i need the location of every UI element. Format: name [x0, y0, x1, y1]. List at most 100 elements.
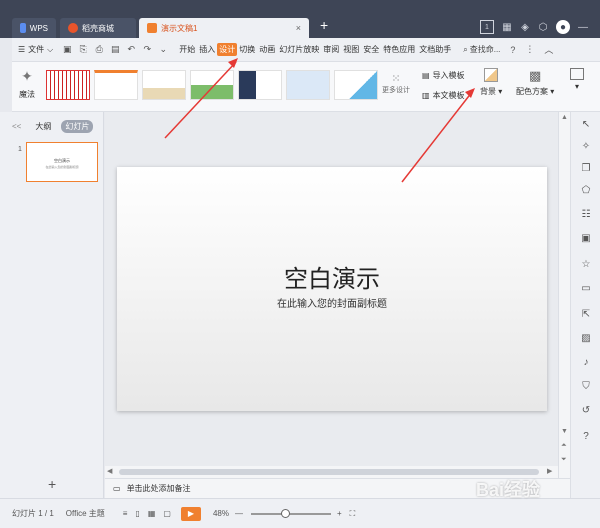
more-icon[interactable]: ⋮: [525, 44, 534, 55]
template-thumbnail[interactable]: [94, 70, 138, 100]
right-sidebar: ↖ ✧ ❐ ⬠ ☷ ▣ ☆ ▭ ⇱ ▨ ♪ ⛉ ↺ ?: [570, 112, 600, 498]
menu-transition[interactable]: 切换: [237, 44, 257, 55]
play-button[interactable]: ▶: [180, 506, 201, 521]
template-thumbnail[interactable]: [46, 70, 90, 100]
skin-icon[interactable]: ◈: [518, 20, 532, 34]
close-icon[interactable]: ×: [296, 23, 301, 33]
scroll-right-icon[interactable]: ▶: [547, 467, 552, 475]
share-icon[interactable]: ⇱: [578, 306, 594, 322]
copy-icon[interactable]: ❐: [578, 160, 594, 176]
undo-icon[interactable]: ↶: [125, 44, 137, 56]
zoom-slider[interactable]: [251, 508, 331, 518]
slide-title[interactable]: 空白演示: [117, 259, 547, 294]
slide-size-button[interactable]: ▾: [570, 68, 584, 91]
import-template-button[interactable]: ▤ 导入模板: [422, 70, 465, 81]
normal-view-icon[interactable]: ▯: [135, 509, 139, 518]
file-menu-button[interactable]: ☰ 文件 ⌵: [12, 44, 59, 55]
menu-slideshow[interactable]: 幻灯片放映: [277, 44, 321, 55]
tab-outline[interactable]: 大纲: [35, 121, 51, 132]
background-button[interactable]: 背景 ▾: [480, 68, 502, 97]
more-design-button[interactable]: ⁙ 更多设计: [378, 72, 414, 95]
help-icon[interactable]: ?: [578, 428, 594, 444]
menu-animation[interactable]: 动画: [257, 44, 277, 55]
zoom-slider-knob[interactable]: [281, 508, 290, 518]
scroll-left-icon[interactable]: ◀: [107, 467, 112, 475]
save-icon[interactable]: ▣: [61, 44, 73, 56]
page-count-icon[interactable]: 1: [480, 20, 494, 34]
slide-thumbnail[interactable]: 空白演示 在此输入您的封面副标题: [26, 142, 98, 182]
add-slide-button[interactable]: +: [48, 476, 56, 492]
image-icon[interactable]: ▨: [578, 330, 594, 346]
tab-wps[interactable]: WPS: [12, 18, 56, 38]
avatar[interactable]: ●: [556, 20, 570, 34]
tab-slides[interactable]: 幻灯片: [61, 119, 94, 133]
menu-insert[interactable]: 插入: [197, 44, 217, 55]
slide[interactable]: 空白演示 在此输入您的封面副标题: [117, 167, 547, 411]
collapse-panel-icon[interactable]: <<: [12, 122, 21, 131]
notes-toggle-icon[interactable]: ≡: [123, 509, 128, 518]
new-tab-button[interactable]: +: [320, 17, 328, 33]
slide-panel: << 大纲 幻灯片 1 空白演示 在此输入您的封面副标题 +: [0, 112, 104, 498]
tab-docer-store[interactable]: 稻壳商城: [60, 18, 136, 38]
menu-doc-assistant[interactable]: 文档助手: [417, 44, 453, 55]
tab-presentation[interactable]: 演示文稿1 ×: [139, 18, 309, 38]
magic-button[interactable]: ✦ 魔法: [16, 68, 38, 100]
color-scheme-button[interactable]: ▩ 配色方案 ▾: [516, 68, 554, 97]
magic-icon[interactable]: ✧: [578, 138, 594, 154]
magic-label: 魔法: [19, 90, 35, 99]
theme-name[interactable]: Office 主题: [66, 508, 105, 519]
vertical-scrollbar[interactable]: ▲ ▼ ⏶ ⏷: [558, 112, 570, 478]
zoom-in-button[interactable]: +: [337, 509, 342, 518]
shape-icon[interactable]: ⬠: [578, 182, 594, 198]
help-icon[interactable]: ?: [510, 45, 515, 55]
zoom-level[interactable]: 48%: [213, 509, 229, 518]
this-template-button[interactable]: ▥ 本文模板: [422, 90, 465, 101]
user-icon[interactable]: ⬡: [536, 20, 550, 34]
slide-sorter-icon[interactable]: ▦: [148, 509, 156, 518]
reading-view-icon[interactable]: ▢: [163, 509, 171, 518]
print-icon[interactable]: ⎙: [93, 44, 105, 56]
status-bar: 幻灯片 1 / 1 Office 主题 ≡ ▯ ▦ ▢ ▶ 48% — + ⛶: [0, 498, 600, 528]
slide-subtitle[interactable]: 在此输入您的封面副标题: [117, 295, 547, 310]
minimize-icon[interactable]: —: [576, 20, 590, 34]
settings-sliders-icon[interactable]: ☷: [578, 206, 594, 222]
magic-wand-icon: ✦: [21, 68, 33, 84]
scroll-down-icon[interactable]: ▼: [561, 428, 568, 435]
flame-icon: [68, 23, 78, 33]
menu-security[interactable]: 安全: [361, 44, 381, 55]
redo-icon[interactable]: ↷: [141, 44, 153, 56]
background-icon: [484, 68, 499, 82]
security-icon[interactable]: ⛉: [578, 378, 594, 394]
scroll-up-icon[interactable]: ▲: [561, 114, 568, 121]
menu-design[interactable]: 设计: [217, 43, 238, 56]
customize-icon[interactable]: ⌄: [157, 44, 169, 56]
archive-icon[interactable]: ▭: [578, 280, 594, 296]
export-pdf-icon[interactable]: ⎘: [77, 44, 89, 56]
fit-window-icon[interactable]: ⛶: [350, 509, 356, 519]
template-thumbnail[interactable]: [334, 70, 378, 100]
next-slide-icon[interactable]: ⏷: [561, 456, 567, 464]
menu-review[interactable]: 审阅: [321, 44, 341, 55]
grid-icon[interactable]: ▦: [500, 20, 514, 34]
history-icon[interactable]: ↺: [578, 402, 594, 418]
template-thumbnail[interactable]: [190, 70, 234, 100]
menu-home[interactable]: 开始: [177, 44, 197, 55]
command-search[interactable]: ⌕ 查找命...: [463, 44, 500, 55]
template-icon: ▥: [422, 91, 430, 100]
this-template-label: 本文模板: [432, 91, 465, 100]
image-library-icon[interactable]: ▣: [578, 230, 594, 246]
collapse-ribbon-icon[interactable]: ︿: [544, 43, 553, 56]
star-icon[interactable]: ☆: [578, 256, 594, 272]
menu-features[interactable]: 特色应用: [381, 44, 417, 55]
pointer-icon[interactable]: ↖: [578, 116, 594, 132]
menu-view[interactable]: 视图: [341, 44, 361, 55]
template-thumbnail[interactable]: [142, 70, 186, 100]
previous-slide-icon[interactable]: ⏶: [561, 442, 567, 450]
scroll-thumb[interactable]: [119, 469, 539, 475]
print-preview-icon[interactable]: ▤: [109, 44, 121, 56]
sound-icon[interactable]: ♪: [578, 354, 594, 370]
template-thumbnail[interactable]: [238, 70, 282, 100]
template-thumbnail[interactable]: [286, 70, 330, 100]
zoom-out-button[interactable]: —: [235, 509, 243, 518]
thumb-number: 1: [18, 146, 22, 153]
